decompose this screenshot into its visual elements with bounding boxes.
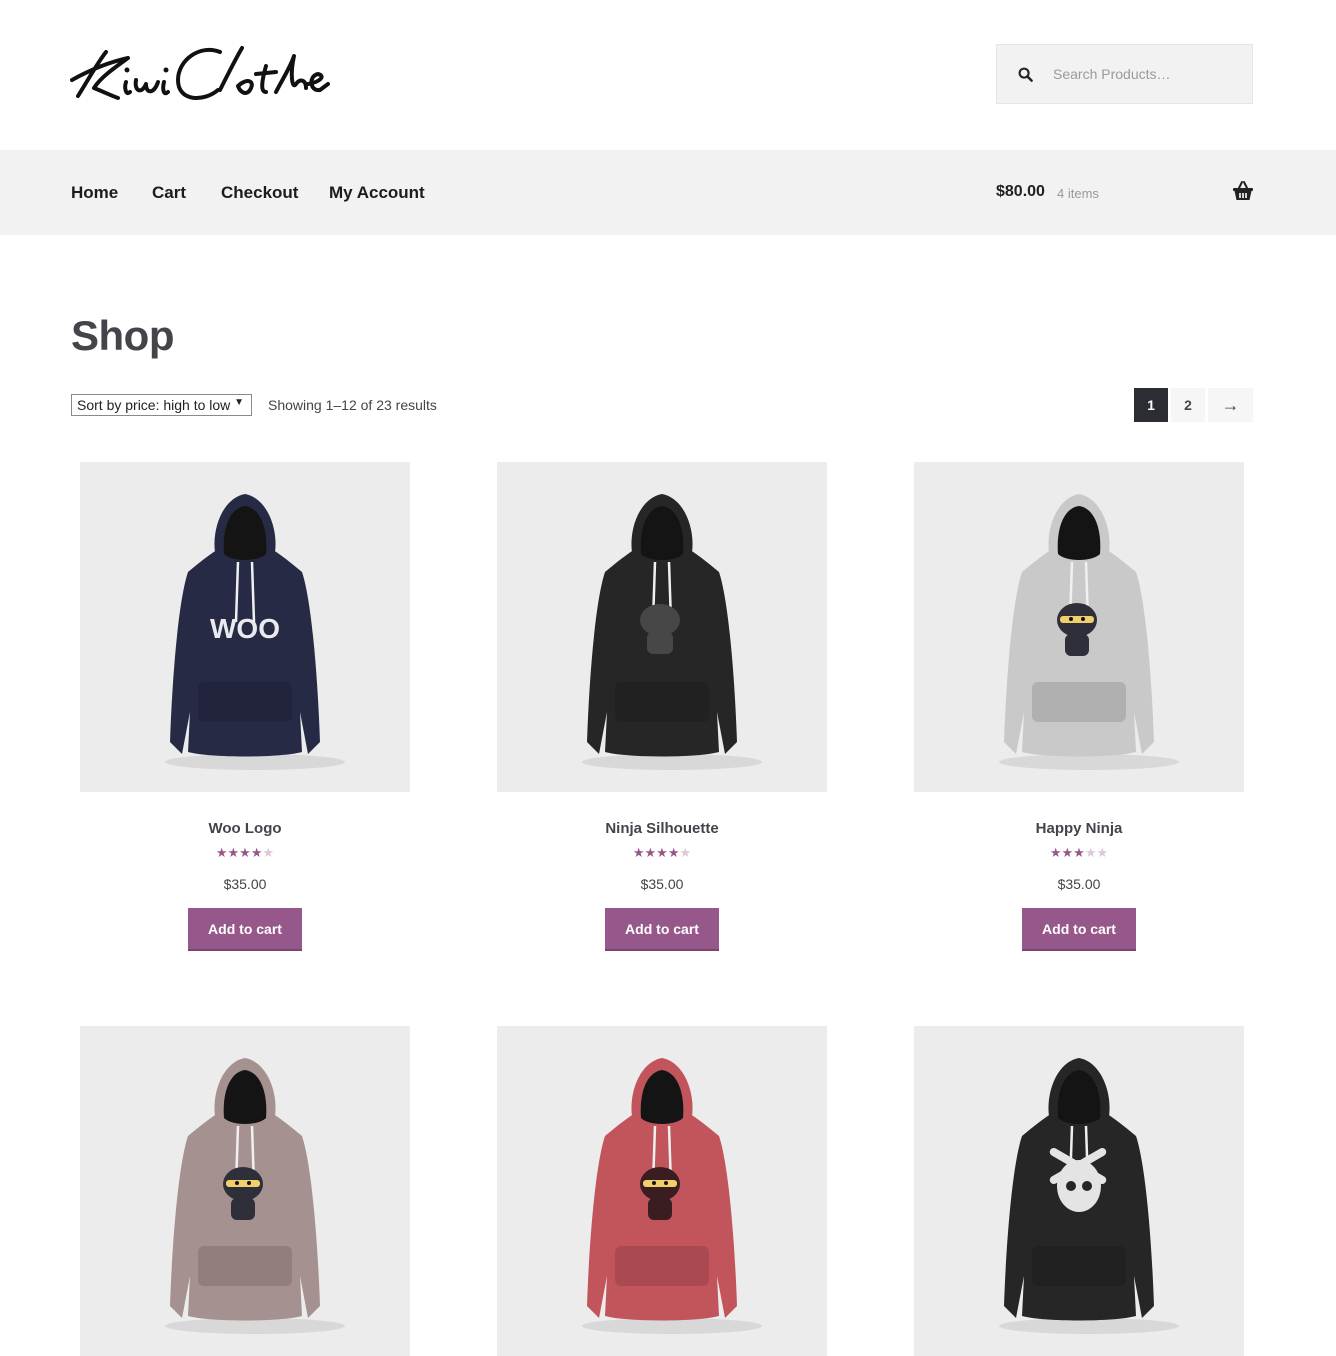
nav-checkout[interactable]: Checkout	[221, 183, 298, 203]
star-rating: ★★★★★	[80, 845, 410, 863]
product-card[interactable]: Happy Ninja ★★★★★ $35.00 Add to cart	[914, 462, 1244, 951]
pagination-next-arrow[interactable]: →	[1208, 388, 1253, 422]
product-image[interactable]	[914, 1026, 1244, 1356]
page-title: Shop	[71, 312, 174, 359]
nav-home[interactable]: Home	[71, 183, 118, 203]
product-card[interactable]: Ninja Silhouette ★★★★★ $35.00 Add to cart	[497, 462, 827, 951]
product-title[interactable]: Ninja Silhouette	[497, 820, 827, 837]
star-icon: ★	[656, 845, 668, 860]
search-icon[interactable]	[997, 67, 1053, 82]
cart-total[interactable]: $80.00	[996, 183, 1045, 201]
star-rating: ★★★★★	[497, 845, 827, 863]
primary-navigation: Home Cart Checkout My Account $80.00 4 i…	[0, 150, 1336, 235]
product-card[interactable]	[914, 1026, 1244, 1356]
product-card[interactable]	[80, 1026, 410, 1356]
star-icon: ★	[1061, 845, 1074, 860]
sort-select[interactable]: Sort by price: high to low ▼	[71, 394, 252, 416]
result-count: Showing 1–12 of 23 results	[268, 397, 437, 413]
pagination-current-page[interactable]: 1	[1134, 388, 1168, 422]
star-icon: ★	[644, 845, 657, 860]
star-rating: ★★★★★	[914, 845, 1244, 863]
site-logo[interactable]	[70, 40, 330, 106]
search-input[interactable]	[1053, 66, 1243, 82]
product-image[interactable]	[80, 1026, 410, 1356]
cart-item-count[interactable]: 4 items	[1057, 186, 1099, 201]
star-icon: ★	[227, 845, 240, 860]
star-icon: ★	[1084, 845, 1097, 860]
star-icon: ★	[679, 845, 692, 860]
svg-text:WOO: WOO	[210, 613, 280, 644]
add-to-cart-button[interactable]: Add to cart	[188, 908, 302, 951]
product-title[interactable]: Woo Logo	[80, 820, 410, 837]
product-image[interactable]: WOO	[80, 462, 410, 792]
product-image[interactable]	[497, 1026, 827, 1356]
product-price: $35.00	[1057, 876, 1101, 892]
star-icon: ★	[250, 845, 263, 860]
star-icon: ★	[239, 845, 251, 860]
product-price: $35.00	[640, 876, 684, 892]
star-icon: ★	[1073, 845, 1085, 860]
product-title[interactable]: Happy Ninja	[914, 820, 1244, 837]
dropdown-caret-icon: ▼	[234, 397, 244, 408]
product-image[interactable]	[497, 462, 827, 792]
add-to-cart-button[interactable]: Add to cart	[1022, 908, 1136, 951]
nav-cart[interactable]: Cart	[152, 183, 186, 203]
star-icon: ★	[1096, 845, 1109, 860]
nav-my-account[interactable]: My Account	[329, 183, 425, 203]
star-icon: ★	[1049, 845, 1062, 860]
basket-icon[interactable]	[1232, 180, 1254, 202]
product-card[interactable]	[497, 1026, 827, 1356]
add-to-cart-button[interactable]: Add to cart	[605, 908, 719, 951]
product-price: $35.00	[223, 876, 267, 892]
star-icon: ★	[667, 845, 680, 860]
product-search[interactable]	[996, 44, 1253, 104]
product-card[interactable]: WOO Woo Logo ★★★★★ $35.00 Add to cart	[80, 462, 410, 951]
product-image[interactable]	[914, 462, 1244, 792]
star-icon: ★	[262, 845, 275, 860]
star-icon: ★	[215, 845, 228, 860]
star-icon: ★	[632, 845, 645, 860]
pagination-page-2[interactable]: 2	[1171, 388, 1205, 422]
sort-selected-value: Sort by price: high to low	[77, 397, 231, 413]
